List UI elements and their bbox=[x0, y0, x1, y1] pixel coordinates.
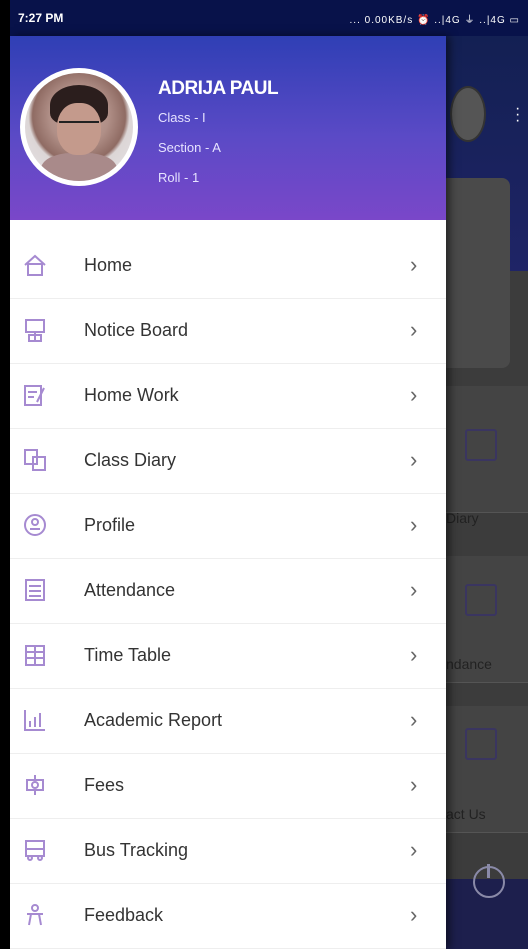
profile-icon bbox=[22, 512, 48, 538]
menu-item-class-diary[interactable]: Class Diary › bbox=[10, 429, 446, 494]
navigation-drawer: ADRIJA PAUL Class - I Section - A Roll -… bbox=[10, 36, 446, 949]
menu-item-academic-report[interactable]: Academic Report › bbox=[10, 689, 446, 754]
chevron-right-icon: › bbox=[410, 317, 418, 342]
diary-tile-icon bbox=[465, 429, 497, 461]
chevron-right-icon: › bbox=[410, 772, 418, 797]
status-indicators: ... 0.00KB/s ⏰ ..|4G ⏚ ..|4G ▭ bbox=[349, 15, 520, 26]
menu-item-label: Attendance bbox=[84, 580, 176, 600]
background-tile-label: ndance bbox=[446, 656, 492, 672]
background-avatar bbox=[450, 86, 486, 142]
chevron-right-icon: › bbox=[410, 382, 418, 407]
attendance-tile-icon bbox=[465, 584, 497, 616]
chevron-right-icon: › bbox=[410, 902, 418, 927]
student-name: ADRIJA PAUL bbox=[158, 78, 279, 99]
menu-item-home[interactable]: Home › bbox=[10, 234, 446, 299]
attendance-icon bbox=[22, 577, 48, 603]
menu-item-label: Bus Tracking bbox=[84, 840, 189, 860]
menu-item-label: Feedback bbox=[84, 905, 164, 925]
background-card bbox=[440, 178, 510, 368]
drawer-header: ADRIJA PAUL Class - I Section - A Roll -… bbox=[10, 36, 446, 220]
drawer-menu: Home › Notice Board › Home Work › Class … bbox=[10, 234, 446, 949]
bus-tracking-icon bbox=[22, 837, 48, 863]
menu-item-label: Academic Report bbox=[84, 710, 223, 730]
contact-tile-icon bbox=[465, 728, 497, 760]
profile-photo bbox=[25, 73, 133, 181]
chevron-right-icon: › bbox=[410, 707, 418, 732]
notice-board-icon bbox=[22, 317, 48, 343]
chevron-right-icon: › bbox=[410, 642, 418, 667]
homework-icon bbox=[22, 382, 48, 408]
menu-item-label: Fees bbox=[84, 775, 125, 795]
chevron-right-icon: › bbox=[410, 577, 418, 602]
overflow-menu-icon[interactable]: · · · bbox=[515, 101, 520, 129]
menu-item-label: Home Work bbox=[84, 385, 179, 405]
home-icon bbox=[22, 252, 48, 278]
chevron-right-icon: › bbox=[410, 252, 418, 277]
menu-item-feedback[interactable]: Feedback › bbox=[10, 884, 446, 949]
menu-item-profile[interactable]: Profile › bbox=[10, 494, 446, 559]
feedback-icon bbox=[22, 902, 48, 928]
academic-report-icon bbox=[22, 707, 48, 733]
status-bar: 7:27 PM ... 0.00KB/s ⏰ ..|4G ⏚ ..|4G ▭ bbox=[10, 0, 528, 36]
menu-item-label: Class Diary bbox=[84, 450, 177, 470]
student-section: Section - A bbox=[158, 140, 221, 155]
student-class: Class - I bbox=[158, 110, 206, 125]
menu-item-label: Home bbox=[84, 255, 133, 275]
fees-icon bbox=[22, 772, 48, 798]
menu-item-attendance[interactable]: Attendance › bbox=[10, 559, 446, 624]
background-tile-label: act Us bbox=[446, 806, 486, 822]
chevron-right-icon: › bbox=[410, 512, 418, 537]
menu-item-fees[interactable]: Fees › bbox=[10, 754, 446, 819]
student-roll: Roll - 1 bbox=[158, 170, 200, 185]
power-icon[interactable] bbox=[473, 864, 505, 898]
status-time: 7:27 PM bbox=[18, 11, 64, 25]
timetable-icon bbox=[22, 642, 48, 668]
menu-item-time-table[interactable]: Time Table › bbox=[10, 624, 446, 689]
menu-item-notice-board[interactable]: Notice Board › bbox=[10, 299, 446, 364]
chevron-right-icon: › bbox=[410, 837, 418, 862]
menu-item-label: Time Table bbox=[84, 645, 172, 665]
menu-item-label: Profile bbox=[84, 515, 136, 535]
screen: 7:27 PM ... 0.00KB/s ⏰ ..|4G ⏚ ..|4G ▭ ·… bbox=[10, 0, 528, 949]
avatar[interactable] bbox=[20, 68, 138, 186]
class-diary-icon bbox=[22, 447, 48, 473]
background-tile-label: Diary bbox=[446, 510, 479, 526]
menu-item-label: Notice Board bbox=[84, 320, 189, 340]
menu-item-home-work[interactable]: Home Work › bbox=[10, 364, 446, 429]
menu-item-bus-tracking[interactable]: Bus Tracking › bbox=[10, 819, 446, 884]
chevron-right-icon: › bbox=[410, 447, 418, 472]
